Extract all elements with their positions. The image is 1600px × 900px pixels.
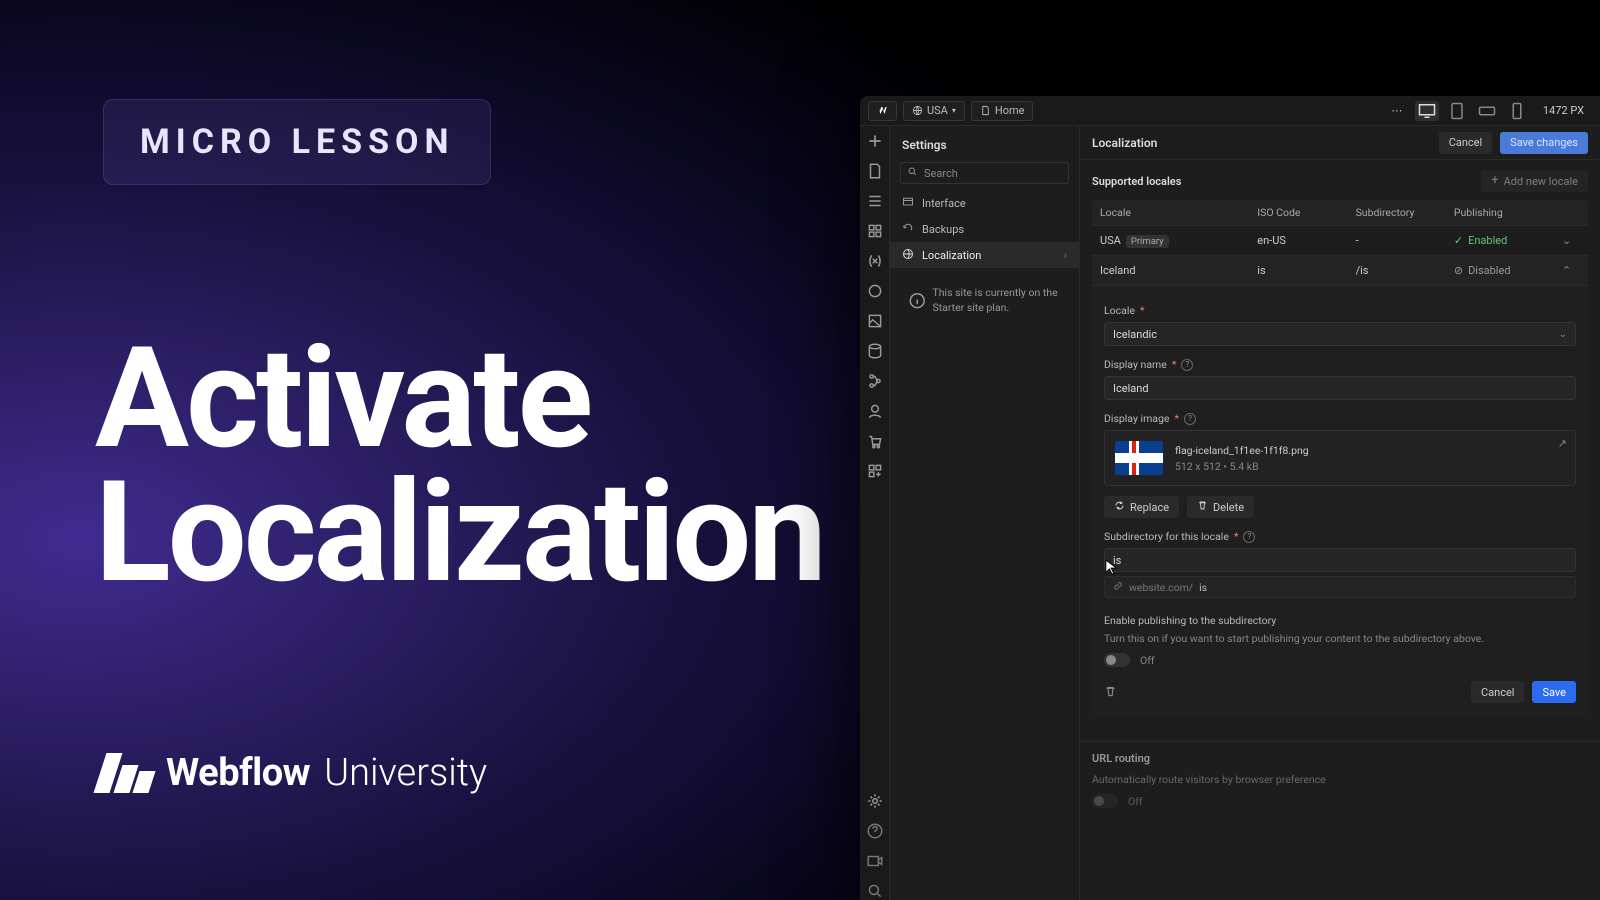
micro-lesson-badge: MICRO LESSON [103,99,491,185]
chevron-down-icon: ⌄ [1562,234,1580,247]
url-routing-desc: Automatically route visitors by browser … [1092,773,1588,786]
panel-title: Localization [1092,136,1431,150]
navigator-icon[interactable] [866,192,884,210]
viewport-desktop-icon[interactable] [1415,101,1439,121]
left-rail [860,126,890,900]
cancel-button[interactable]: Cancel [1439,132,1492,154]
variables-icon[interactable] [866,252,884,270]
top-bar: USA▾ Home ⋯ 1472 PX [860,96,1600,126]
settings-search[interactable]: Search [900,162,1069,184]
chevron-right-icon: › [1064,249,1067,262]
viewport-width: 1472 PX [1535,104,1592,117]
publish-toggle[interactable] [1104,653,1130,667]
locales-table-header: LocaleISO CodeSubdirectoryPublishing [1092,200,1588,225]
webflow-designer-window: USA▾ Home ⋯ 1472 PX [860,96,1600,900]
settings-gear-icon[interactable] [866,792,884,810]
viewport-landscape-icon[interactable] [1475,101,1499,121]
delete-button[interactable]: Delete [1187,496,1254,518]
add-locale-button[interactable]: +Add new locale [1481,170,1588,192]
help-icon[interactable]: ? [1181,359,1193,371]
localization-panel: Localization Cancel Save changes Support… [1080,126,1600,900]
publish-toggle-title: Enable publishing to the subdirectory [1104,614,1276,627]
settings-sidebar: Settings Search Interface Backups Locali… [890,126,1080,900]
nav-localization[interactable]: Localization› [890,242,1079,268]
supported-locales-heading: Supported locales [1092,175,1481,188]
logic-icon[interactable] [866,372,884,390]
add-icon[interactable] [866,132,884,150]
help-icon[interactable]: ? [1243,531,1255,543]
assets-icon[interactable] [866,312,884,330]
save-changes-button[interactable]: Save changes [1500,132,1588,154]
locale-row-usa[interactable]: USAPrimary en-US - ✓Enabled ⌄ [1092,225,1588,255]
url-routing-heading: URL routing [1092,752,1588,765]
webflow-menu-button[interactable] [868,101,897,121]
globe-icon [902,248,914,263]
nav-backups[interactable]: Backups [890,216,1079,242]
chevron-up-icon: ⌃ [1562,264,1580,277]
chevron-down-icon: ⌄ [1559,329,1567,340]
help-icon[interactable] [866,822,884,840]
url-preview: website.com/is [1104,576,1576,598]
info-icon [908,286,926,315]
interface-icon [902,196,914,211]
components-icon[interactable] [866,222,884,240]
users-icon[interactable] [866,402,884,420]
locale-row-iceland[interactable]: Iceland is /is ⊘Disabled ⌃ [1092,255,1588,285]
subdirectory-input[interactable] [1104,548,1576,572]
locale-edit-form: Locale* Icelandic⌄ Display name*? Displa… [1092,285,1588,717]
replace-icon [1114,500,1125,514]
lesson-title: Activate Localization [95,332,824,601]
video-icon[interactable] [866,852,884,870]
disabled-icon: ⊘ [1454,264,1463,277]
ecommerce-icon[interactable] [866,432,884,450]
backup-icon [902,222,914,237]
plan-note: This site is currently on the Starter si… [900,278,1069,323]
chevron-down-icon: ▾ [952,106,956,115]
pages-icon[interactable] [866,162,884,180]
webflow-icon [877,105,888,116]
delete-locale-button[interactable] [1104,683,1117,702]
settings-title: Settings [890,126,1079,162]
form-save-button[interactable]: Save [1532,681,1576,703]
locale-switcher[interactable]: USA▾ [903,101,965,121]
styles-icon[interactable] [866,282,884,300]
publish-toggle-desc: Turn this on if you want to start publis… [1104,632,1576,645]
help-icon[interactable]: ? [1184,413,1196,425]
display-name-input[interactable] [1104,376,1576,400]
apps-icon[interactable] [866,462,884,480]
more-icon[interactable]: ⋯ [1385,101,1409,121]
webflow-university-brand: Webflow University [100,751,487,795]
webflow-logo-icon [100,753,152,793]
trash-icon [1197,500,1208,514]
search-icon [907,166,918,180]
cms-icon[interactable] [866,342,884,360]
viewport-mobile-icon[interactable] [1505,101,1529,121]
link-icon [1113,581,1123,594]
page-icon [980,105,991,116]
form-cancel-button[interactable]: Cancel [1471,681,1524,703]
search-icon[interactable] [866,882,884,900]
nav-interface[interactable]: Interface [890,190,1079,216]
replace-button[interactable]: Replace [1104,496,1179,518]
globe-icon [912,105,923,116]
check-icon: ✓ [1454,234,1463,247]
locale-select[interactable]: Icelandic⌄ [1104,322,1576,346]
iceland-flag-icon [1115,441,1163,475]
routing-toggle[interactable] [1092,794,1118,808]
expand-icon[interactable]: ↗ [1558,437,1567,450]
viewport-tablet-icon[interactable] [1445,101,1469,121]
page-switcher[interactable]: Home [971,101,1034,121]
display-image-card: flag-iceland_1f1ee-1f1f8.png512 x 512 • … [1104,430,1576,486]
